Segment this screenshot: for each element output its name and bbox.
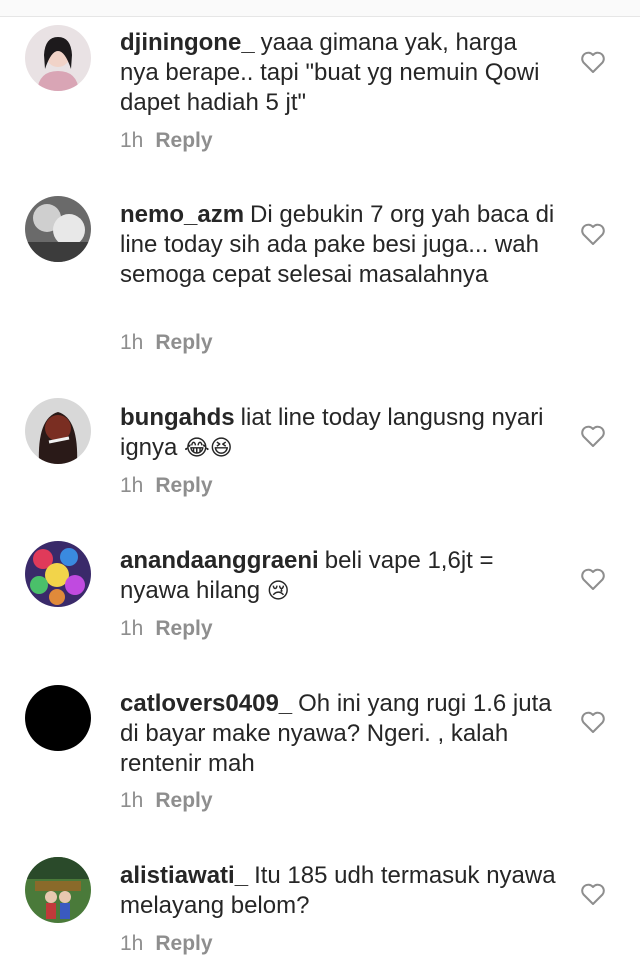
avatar[interactable]	[25, 398, 91, 464]
comment-meta: 1h Reply	[120, 789, 213, 813]
avatar[interactable]	[25, 685, 91, 751]
comment-time: 1h	[120, 789, 144, 812]
heart-outline-icon[interactable]	[580, 882, 606, 906]
avatar[interactable]	[25, 857, 91, 923]
comment-meta: 1h Reply	[120, 617, 213, 641]
comment-time: 1h	[120, 129, 144, 152]
comment-text-block: anandaanggraeni beli vape 1,6jt = nyawa h…	[120, 546, 560, 606]
comment-text-block: alistiawati_ Itu 185 udh termasuk nyawa m…	[120, 861, 560, 921]
avatar[interactable]	[25, 25, 91, 91]
reply-button[interactable]: Reply	[155, 932, 212, 955]
avatar[interactable]	[25, 541, 91, 607]
comment-time: 1h	[120, 474, 144, 497]
comment-emoji: 😂😆	[184, 435, 233, 460]
reply-button[interactable]: Reply	[155, 129, 212, 152]
heart-outline-icon[interactable]	[580, 50, 606, 74]
reply-button[interactable]: Reply	[155, 617, 212, 640]
comment-text-block: bungahds liat line today langusng nyari i…	[120, 403, 560, 463]
comment-text-block: djiningone_ yaaa gimana yak, harga nya be…	[120, 28, 560, 118]
heart-outline-icon[interactable]	[580, 567, 606, 591]
heart-outline-icon[interactable]	[580, 424, 606, 448]
comment-time: 1h	[120, 617, 144, 640]
reply-button[interactable]: Reply	[155, 331, 212, 354]
comment-username[interactable]: catlovers0409_	[120, 690, 292, 717]
comment-time: 1h	[120, 932, 144, 955]
comment-text-block: nemo_azm Di gebukin 7 org yah baca di lin…	[120, 200, 560, 290]
comment-time: 1h	[120, 331, 144, 354]
comment-username[interactable]: anandaanggraeni	[120, 547, 319, 574]
comment-meta: 1h Reply	[120, 129, 213, 153]
reply-button[interactable]: Reply	[155, 474, 212, 497]
comment-meta: 1h Reply	[120, 331, 213, 355]
heart-outline-icon[interactable]	[580, 710, 606, 734]
heart-outline-icon[interactable]	[580, 222, 606, 246]
reply-button[interactable]: Reply	[155, 789, 212, 812]
comment-username[interactable]: bungahds	[120, 404, 235, 431]
comment-meta: 1h Reply	[120, 932, 213, 956]
comment-meta: 1h Reply	[120, 474, 213, 498]
comment-emoji: 😢	[266, 578, 290, 603]
avatar[interactable]	[25, 196, 91, 262]
top-divider	[0, 0, 640, 17]
comment-username[interactable]: alistiawati_	[120, 862, 248, 889]
comment-text-block: catlovers0409_ Oh ini yang rugi 1.6 juta …	[120, 689, 560, 779]
comment-username[interactable]: nemo_azm	[120, 201, 244, 228]
comment-username[interactable]: djiningone_	[120, 29, 255, 56]
